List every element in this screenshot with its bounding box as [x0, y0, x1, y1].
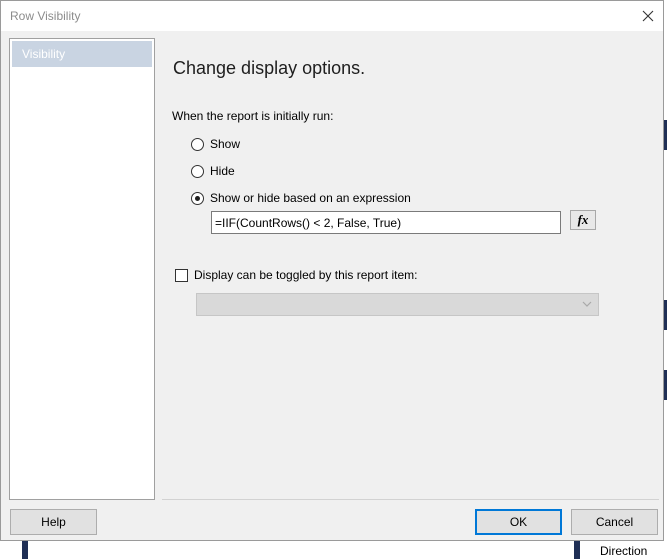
toggle-option[interactable]: Display can be toggled by this report it…: [175, 268, 417, 282]
chevron-down-icon: [582, 301, 592, 307]
toggle-report-item-select[interactable]: [196, 293, 599, 316]
toggle-checkbox[interactable]: [175, 268, 188, 282]
radio-label: Show: [210, 137, 241, 151]
close-icon: [642, 10, 654, 22]
cancel-button[interactable]: Cancel: [571, 509, 658, 535]
sidebar-item-visibility[interactable]: Visibility: [12, 41, 152, 67]
footer-divider: [162, 499, 659, 500]
radio-expression[interactable]: Show or hide based on an expression: [191, 191, 411, 205]
toggle-label: Display can be toggled by this report it…: [194, 268, 418, 282]
expression-input[interactable]: [211, 211, 561, 234]
fx-icon: fx: [577, 212, 589, 227]
expression-builder-button[interactable]: fx: [570, 210, 596, 230]
radio-button[interactable]: [191, 164, 204, 178]
initial-run-label: When the report is initially run:: [172, 109, 334, 123]
page-title: Change display options.: [173, 58, 366, 78]
close-button[interactable]: [633, 1, 663, 31]
radio-button[interactable]: [191, 137, 204, 151]
title-bar: Row Visibility: [1, 1, 663, 31]
background-bar-left: [22, 540, 28, 559]
radio-label: Show or hide based on an expression: [210, 191, 411, 205]
radio-button[interactable]: [191, 191, 204, 205]
sidebar: Visibility: [9, 38, 155, 500]
sidebar-item-label: Visibility: [22, 47, 66, 61]
radio-show[interactable]: Show: [191, 137, 240, 151]
background-direction-label: Direction: [600, 544, 648, 558]
row-visibility-dialog: Row Visibility Visibility Change display…: [0, 0, 664, 541]
background-bar-right: [574, 540, 580, 559]
ok-button[interactable]: OK: [475, 509, 562, 535]
help-button[interactable]: Help: [10, 509, 97, 535]
window-title: Row Visibility: [10, 9, 81, 23]
radio-hide[interactable]: Hide: [191, 164, 235, 178]
radio-label: Hide: [210, 164, 235, 178]
